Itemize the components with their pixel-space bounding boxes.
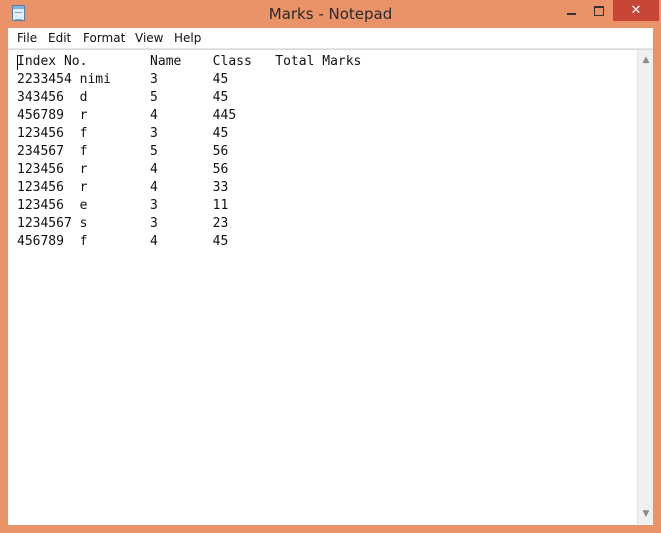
menu-bar: File Edit Format View Help (8, 28, 653, 49)
scroll-up-icon[interactable]: ▲ (638, 52, 654, 68)
menu-edit[interactable]: Edit (48, 28, 71, 49)
minimize-icon (567, 12, 576, 15)
maximize-icon (593, 5, 604, 16)
menu-format[interactable]: Format (83, 28, 125, 49)
close-button[interactable]: ✕ (613, 0, 659, 21)
menu-view[interactable]: View (135, 28, 163, 49)
menu-file[interactable]: File (17, 28, 37, 49)
menu-help[interactable]: Help (174, 28, 201, 49)
text-caret (17, 55, 18, 70)
vertical-scrollbar[interactable]: ▲ ▼ (637, 50, 653, 524)
minimize-button[interactable] (558, 0, 585, 21)
title-bar[interactable]: Marks - Notepad ✕ (0, 0, 661, 28)
notepad-window: Marks - Notepad ✕ File Edit Format View … (0, 0, 661, 533)
document-text[interactable]: Index No. Name Class Total Marks 2233454… (17, 53, 637, 251)
maximize-button[interactable] (585, 0, 612, 21)
text-editor[interactable]: Index No. Name Class Total Marks 2233454… (8, 49, 653, 525)
close-icon: ✕ (630, 3, 642, 18)
scroll-down-icon[interactable]: ▼ (638, 506, 654, 522)
